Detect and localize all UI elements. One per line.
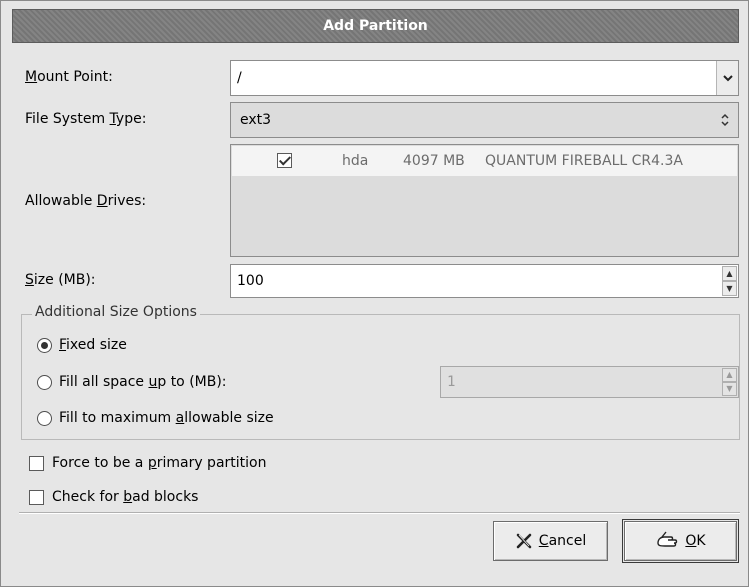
size-decrement-button[interactable]: ▼ (722, 281, 737, 296)
fill-upto-spinbutton[interactable]: 1 ▲ ▼ (440, 366, 739, 398)
mount-point-value[interactable]: / (237, 70, 242, 86)
fs-type-value: ext3 (240, 112, 272, 128)
size-increment-button[interactable]: ▲ (722, 266, 737, 281)
fill-upto-label[interactable]: Fill all space up to (MB): (59, 374, 227, 390)
cancel-button[interactable]: Cancel (493, 521, 608, 561)
ok-hand-icon (655, 531, 679, 551)
fixed-size-radio[interactable] (37, 338, 52, 353)
arrow-down-icon: ▼ (726, 283, 733, 293)
size-options-title: Additional Size Options (32, 304, 200, 320)
fill-upto-radio[interactable] (37, 375, 52, 390)
arrow-down-icon: ▼ (726, 384, 733, 393)
force-primary-checkbox[interactable] (29, 456, 44, 471)
mount-point-combo[interactable]: / (230, 60, 739, 96)
drive-row[interactable]: hda 4097 MB QUANTUM FIREBALL CR4.3A (232, 146, 737, 176)
fs-type-label: File System Type: (25, 111, 147, 127)
chevron-down-icon (722, 75, 733, 82)
bad-blocks-label[interactable]: Check for bad blocks (52, 489, 198, 505)
fs-type-select[interactable]: ext3 (230, 102, 739, 138)
arrow-up-icon: ▲ (726, 370, 733, 379)
fixed-size-label[interactable]: Fixed size (59, 337, 127, 353)
allowable-drives-list[interactable]: hda 4097 MB QUANTUM FIREBALL CR4.3A (230, 144, 739, 257)
size-value[interactable]: 100 (237, 273, 264, 289)
updown-arrows-icon (721, 113, 729, 127)
cancel-x-icon (515, 532, 533, 550)
drive-checkbox[interactable] (277, 153, 292, 168)
ok-label: OK (685, 533, 706, 549)
drive-name: hda (342, 153, 369, 169)
dialog-title: Add Partition (323, 18, 428, 34)
bad-blocks-checkbox[interactable] (29, 490, 44, 505)
size-label: Size (MB): (25, 272, 96, 288)
force-primary-label[interactable]: Force to be a primary partition (52, 455, 266, 471)
allowable-drives-label: Allowable Drives: (25, 193, 147, 209)
size-spinbutton[interactable]: 100 ▲ ▼ (230, 264, 739, 298)
fill-upto-decrement-button[interactable]: ▼ (722, 382, 737, 396)
fill-max-label[interactable]: Fill to maximum allowable size (59, 410, 274, 426)
fill-upto-value[interactable]: 1 (447, 374, 455, 390)
arrow-up-icon: ▲ (726, 268, 733, 278)
add-partition-dialog: Add Partition Mount Point: / File System… (0, 0, 749, 587)
dialog-titlebar[interactable]: Add Partition (12, 9, 739, 43)
fill-upto-increment-button[interactable]: ▲ (722, 368, 737, 382)
fs-type-dropdown-button[interactable] (716, 109, 734, 131)
drive-model: QUANTUM FIREBALL CR4.3A (485, 153, 683, 169)
mount-point-label: Mount Point: (25, 69, 113, 85)
drive-size: 4097 MB (403, 153, 465, 169)
button-separator (19, 512, 740, 514)
mount-point-dropdown-button[interactable] (716, 61, 738, 95)
ok-button[interactable]: OK (622, 519, 739, 563)
fill-max-radio[interactable] (37, 411, 52, 426)
cancel-label: Cancel (538, 533, 587, 549)
